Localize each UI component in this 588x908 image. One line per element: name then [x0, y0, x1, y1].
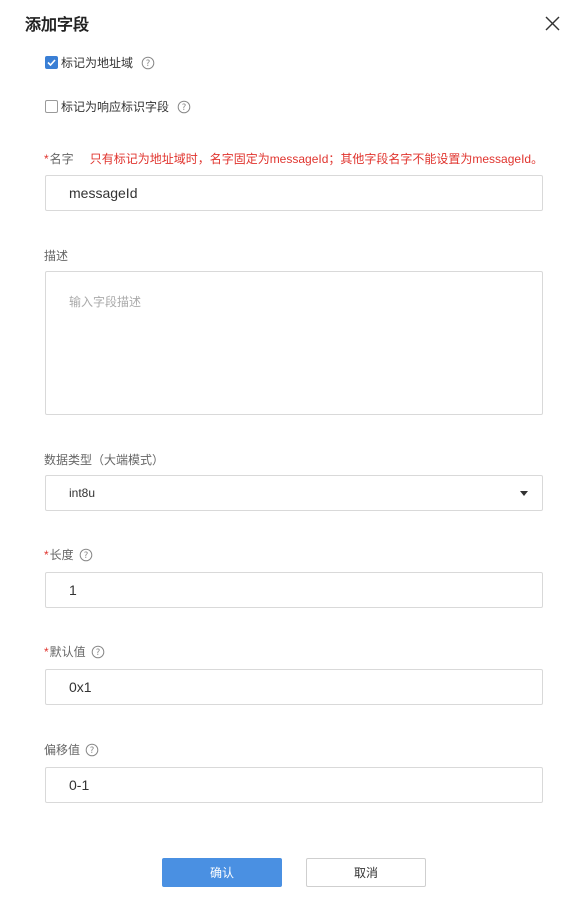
name-input[interactable]: messageId [45, 175, 543, 211]
help-icon[interactable]: ? [177, 100, 191, 114]
length-input[interactable]: 1 [45, 572, 543, 608]
svg-text:?: ? [95, 648, 100, 658]
required-mark: * [44, 644, 49, 659]
svg-text:?: ? [182, 103, 187, 113]
help-icon[interactable]: ? [85, 743, 99, 757]
name-hint: 只有标记为地址域时，名字固定为messageId；其他字段名字不能设置为mess… [89, 152, 544, 166]
help-icon[interactable]: ? [91, 645, 105, 659]
name-label: * 名字 只有标记为地址域时，名字固定为messageId；其他字段名字不能设置… [44, 150, 543, 167]
required-mark: * [44, 547, 49, 562]
name-label-text: 名字 [49, 152, 74, 166]
length-label: * 长度 ? [44, 546, 93, 563]
default-value-label-text: 默认值 [49, 645, 86, 659]
offset-input[interactable]: 0-1 [45, 767, 543, 803]
cancel-button[interactable]: 取消 [306, 858, 426, 887]
address-field-option: 标记为地址域 ? [45, 54, 155, 71]
check-icon [47, 59, 56, 66]
data-type-label: 数据类型（大端模式） [44, 453, 165, 467]
data-type-selected: int8u [69, 486, 96, 500]
default-value-label: * 默认值 ? [44, 643, 105, 660]
offset-label: 偏移值 ? [44, 741, 99, 758]
svg-text:?: ? [83, 551, 88, 561]
offset-label-text: 偏移值 [44, 743, 81, 757]
response-id-field-label: 标记为响应标识字段 [61, 100, 170, 114]
description-textarea[interactable]: 输入字段描述 [45, 271, 543, 415]
help-icon[interactable]: ? [141, 56, 155, 70]
help-icon[interactable]: ? [79, 548, 93, 562]
caret-down-icon [520, 491, 528, 496]
svg-text:?: ? [146, 59, 151, 69]
response-id-field-checkbox[interactable] [45, 100, 58, 113]
description-label: 描述 [44, 249, 69, 263]
close-icon[interactable] [543, 14, 563, 34]
description-placeholder: 输入字段描述 [69, 295, 142, 309]
data-type-select[interactable]: int8u [45, 475, 543, 511]
address-field-checkbox[interactable] [45, 56, 58, 69]
default-value-input[interactable]: 0x1 [45, 669, 543, 705]
response-id-field-option: 标记为响应标识字段 ? [45, 98, 191, 115]
dialog-title: 添加字段 [25, 17, 90, 34]
address-field-label: 标记为地址域 [61, 56, 134, 70]
svg-text:?: ? [90, 746, 95, 756]
length-label-text: 长度 [49, 548, 74, 562]
required-mark: * [44, 151, 49, 166]
confirm-button[interactable]: 确认 [162, 858, 282, 887]
